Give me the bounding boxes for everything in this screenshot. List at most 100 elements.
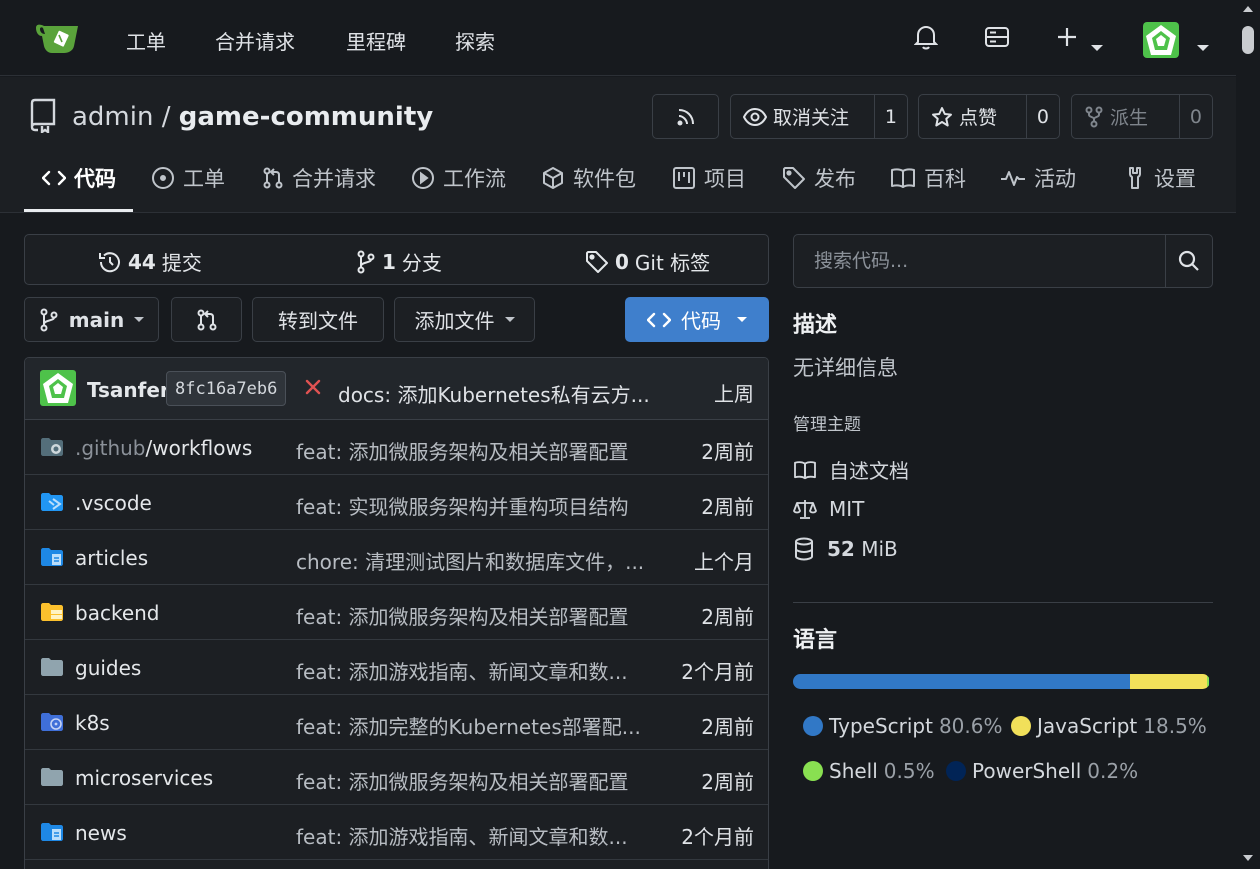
file-name-main: /workflows [145, 436, 253, 460]
size-value: 52 [827, 537, 855, 561]
code-clone-button[interactable]: 代码 [625, 297, 769, 342]
book-icon [793, 460, 817, 480]
add-file-button[interactable]: 添加文件 [394, 297, 535, 342]
tab-actions[interactable]: 工作流 [411, 163, 506, 193]
tab-packages[interactable]: 软件包 [541, 163, 636, 193]
chevron-down-icon [504, 317, 515, 322]
language-item[interactable]: Shell 0.5% [803, 759, 935, 783]
table-row[interactable]: .github/workflows feat: 添加微服务架构及相关部署配置 2… [25, 420, 768, 475]
repo-title: admin / game-community [72, 102, 433, 132]
language-bar[interactable] [793, 674, 1210, 689]
fork-count[interactable]: 0 [1178, 95, 1212, 138]
avatar[interactable] [40, 370, 76, 406]
nav-pull-requests[interactable]: 合并请求 [215, 26, 295, 55]
commit-author[interactable]: Tsanfer [87, 378, 170, 402]
commit-message[interactable]: docs: 添加Kubernetes私有云方... [338, 379, 650, 408]
scrollbar-thumb[interactable] [1242, 26, 1254, 54]
table-row[interactable]: .vscode feat: 实现微服务架构并重构项目结构 2周前 [25, 475, 768, 530]
repo-header: admin / game-community 取消关注 1 点赞 0 派生 0 … [0, 77, 1236, 213]
tab-pull-requests[interactable]: 合并请求 [262, 163, 376, 193]
tab-releases[interactable]: 发布 [782, 163, 856, 193]
file-name[interactable]: microservices [75, 766, 213, 790]
tab-code[interactable]: 代码 [42, 163, 116, 193]
manage-topics-link[interactable]: 管理主题 [793, 410, 861, 435]
goto-file-button[interactable]: 转到文件 [252, 297, 384, 342]
tags-stat[interactable]: 0 Git 标签 [585, 247, 710, 276]
rss-icon [675, 106, 697, 128]
tab-label: 百科 [924, 167, 966, 191]
language-color-dot [803, 716, 823, 736]
file-commit-message[interactable]: feat: 添加微服务架构及相关部署配置 [296, 601, 629, 630]
table-row[interactable]: news feat: 添加游戏指南、新闻文章和数... 2个月前 [25, 805, 768, 860]
nav-issues[interactable]: 工单 [126, 26, 166, 55]
search-button[interactable] [1165, 235, 1212, 287]
folder-server-icon [40, 602, 64, 622]
chevron-down-icon[interactable] [1091, 35, 1103, 56]
table-row[interactable]: microservices feat: 添加微服务架构及相关部署配置 2周前 [25, 750, 768, 805]
star-button[interactable]: 点赞 0 [918, 94, 1060, 139]
tag-icon [782, 166, 806, 190]
tags-label: Git 标签 [634, 251, 711, 275]
file-commit-message[interactable]: feat: 实现微服务架构并重构项目结构 [296, 491, 629, 520]
file-name[interactable]: .vscode [75, 491, 152, 515]
file-name-main: microservices [75, 766, 214, 790]
tab-activity[interactable]: 活动 [1000, 163, 1076, 193]
star-count[interactable]: 0 [1025, 95, 1059, 138]
repo-owner-link[interactable]: admin [72, 102, 153, 132]
avatar[interactable] [1143, 22, 1179, 58]
tab-settings[interactable]: 设置 [1124, 163, 1196, 193]
file-name[interactable]: news [75, 821, 127, 845]
table-row[interactable]: articles chore: 清理测试图片和数据库文件，... 上个月 [25, 530, 768, 585]
close-icon[interactable] [304, 378, 322, 396]
table-row[interactable]: guides feat: 添加游戏指南、新闻文章和数... 2个月前 [25, 640, 768, 695]
fork-button[interactable]: 派生 0 [1071, 94, 1213, 139]
language-item[interactable]: TypeScript 80.6% [803, 714, 1003, 738]
watch-button[interactable]: 取消关注 1 [730, 94, 908, 139]
scroll-up-icon[interactable] [1243, 6, 1253, 12]
file-name[interactable]: guides [75, 656, 141, 680]
compare-button[interactable] [171, 297, 242, 342]
pull-request-icon [262, 166, 284, 190]
nav-milestones[interactable]: 里程碑 [346, 26, 406, 55]
tab-issues[interactable]: 工单 [151, 163, 225, 193]
branches-label: 分支 [401, 251, 442, 275]
branches-stat[interactable]: 1 分支 [356, 247, 442, 276]
rss-button[interactable] [652, 94, 719, 139]
file-name[interactable]: articles [75, 546, 148, 570]
file-commit-message[interactable]: feat: 添加微服务架构及相关部署配置 [296, 766, 629, 795]
plus-icon[interactable] [1056, 26, 1078, 48]
license-link[interactable]: MIT [793, 497, 864, 521]
file-commit-message[interactable]: feat: 添加游戏指南、新闻文章和数... [296, 821, 628, 850]
file-commit-message[interactable]: feat: 添加游戏指南、新闻文章和数... [296, 656, 628, 685]
scrollbar[interactable] [1236, 0, 1260, 869]
tab-label: 发布 [814, 167, 856, 191]
file-commit-message[interactable]: chore: 清理测试图片和数据库文件，... [296, 546, 644, 575]
branch-icon [39, 308, 59, 332]
file-name[interactable]: k8s [75, 711, 110, 735]
table-row[interactable]: k8s feat: 添加完整的Kubernetes部署配... 2周前 [25, 695, 768, 750]
avatar-chevron-down-icon[interactable] [1197, 35, 1209, 56]
file-commit-message[interactable]: feat: 添加微服务架构及相关部署配置 [296, 436, 629, 465]
file-name[interactable]: .github/workflows [75, 436, 252, 460]
commit-sha[interactable]: 8fc16a7eb6 [166, 371, 287, 406]
commits-stat[interactable]: 44 提交 [98, 247, 202, 276]
nav-explore[interactable]: 探索 [455, 26, 495, 55]
pull-request-icon [196, 308, 218, 332]
readme-link[interactable]: 自述文档 [793, 455, 909, 484]
server-icon[interactable] [984, 25, 1010, 49]
scroll-down-icon[interactable] [1243, 855, 1253, 861]
language-item[interactable]: JavaScript 18.5% [1011, 714, 1207, 738]
repo-name-link[interactable]: game-community [179, 102, 433, 132]
tab-projects[interactable]: 项目 [672, 163, 746, 193]
file-name-main: articles [75, 546, 149, 570]
table-row[interactable]: backend feat: 添加微服务架构及相关部署配置 2周前 [25, 585, 768, 640]
branch-selector[interactable]: main [24, 297, 159, 342]
bell-icon[interactable] [914, 24, 938, 50]
language-item[interactable]: PowerShell 0.2% [946, 759, 1138, 783]
file-commit-message[interactable]: feat: 添加完整的Kubernetes部署配... [296, 711, 641, 740]
watch-count[interactable]: 1 [873, 95, 907, 138]
search-input[interactable] [794, 235, 1166, 287]
tab-wiki[interactable]: 百科 [890, 163, 966, 193]
gitea-logo-icon[interactable] [34, 20, 82, 56]
file-name[interactable]: backend [75, 601, 160, 625]
